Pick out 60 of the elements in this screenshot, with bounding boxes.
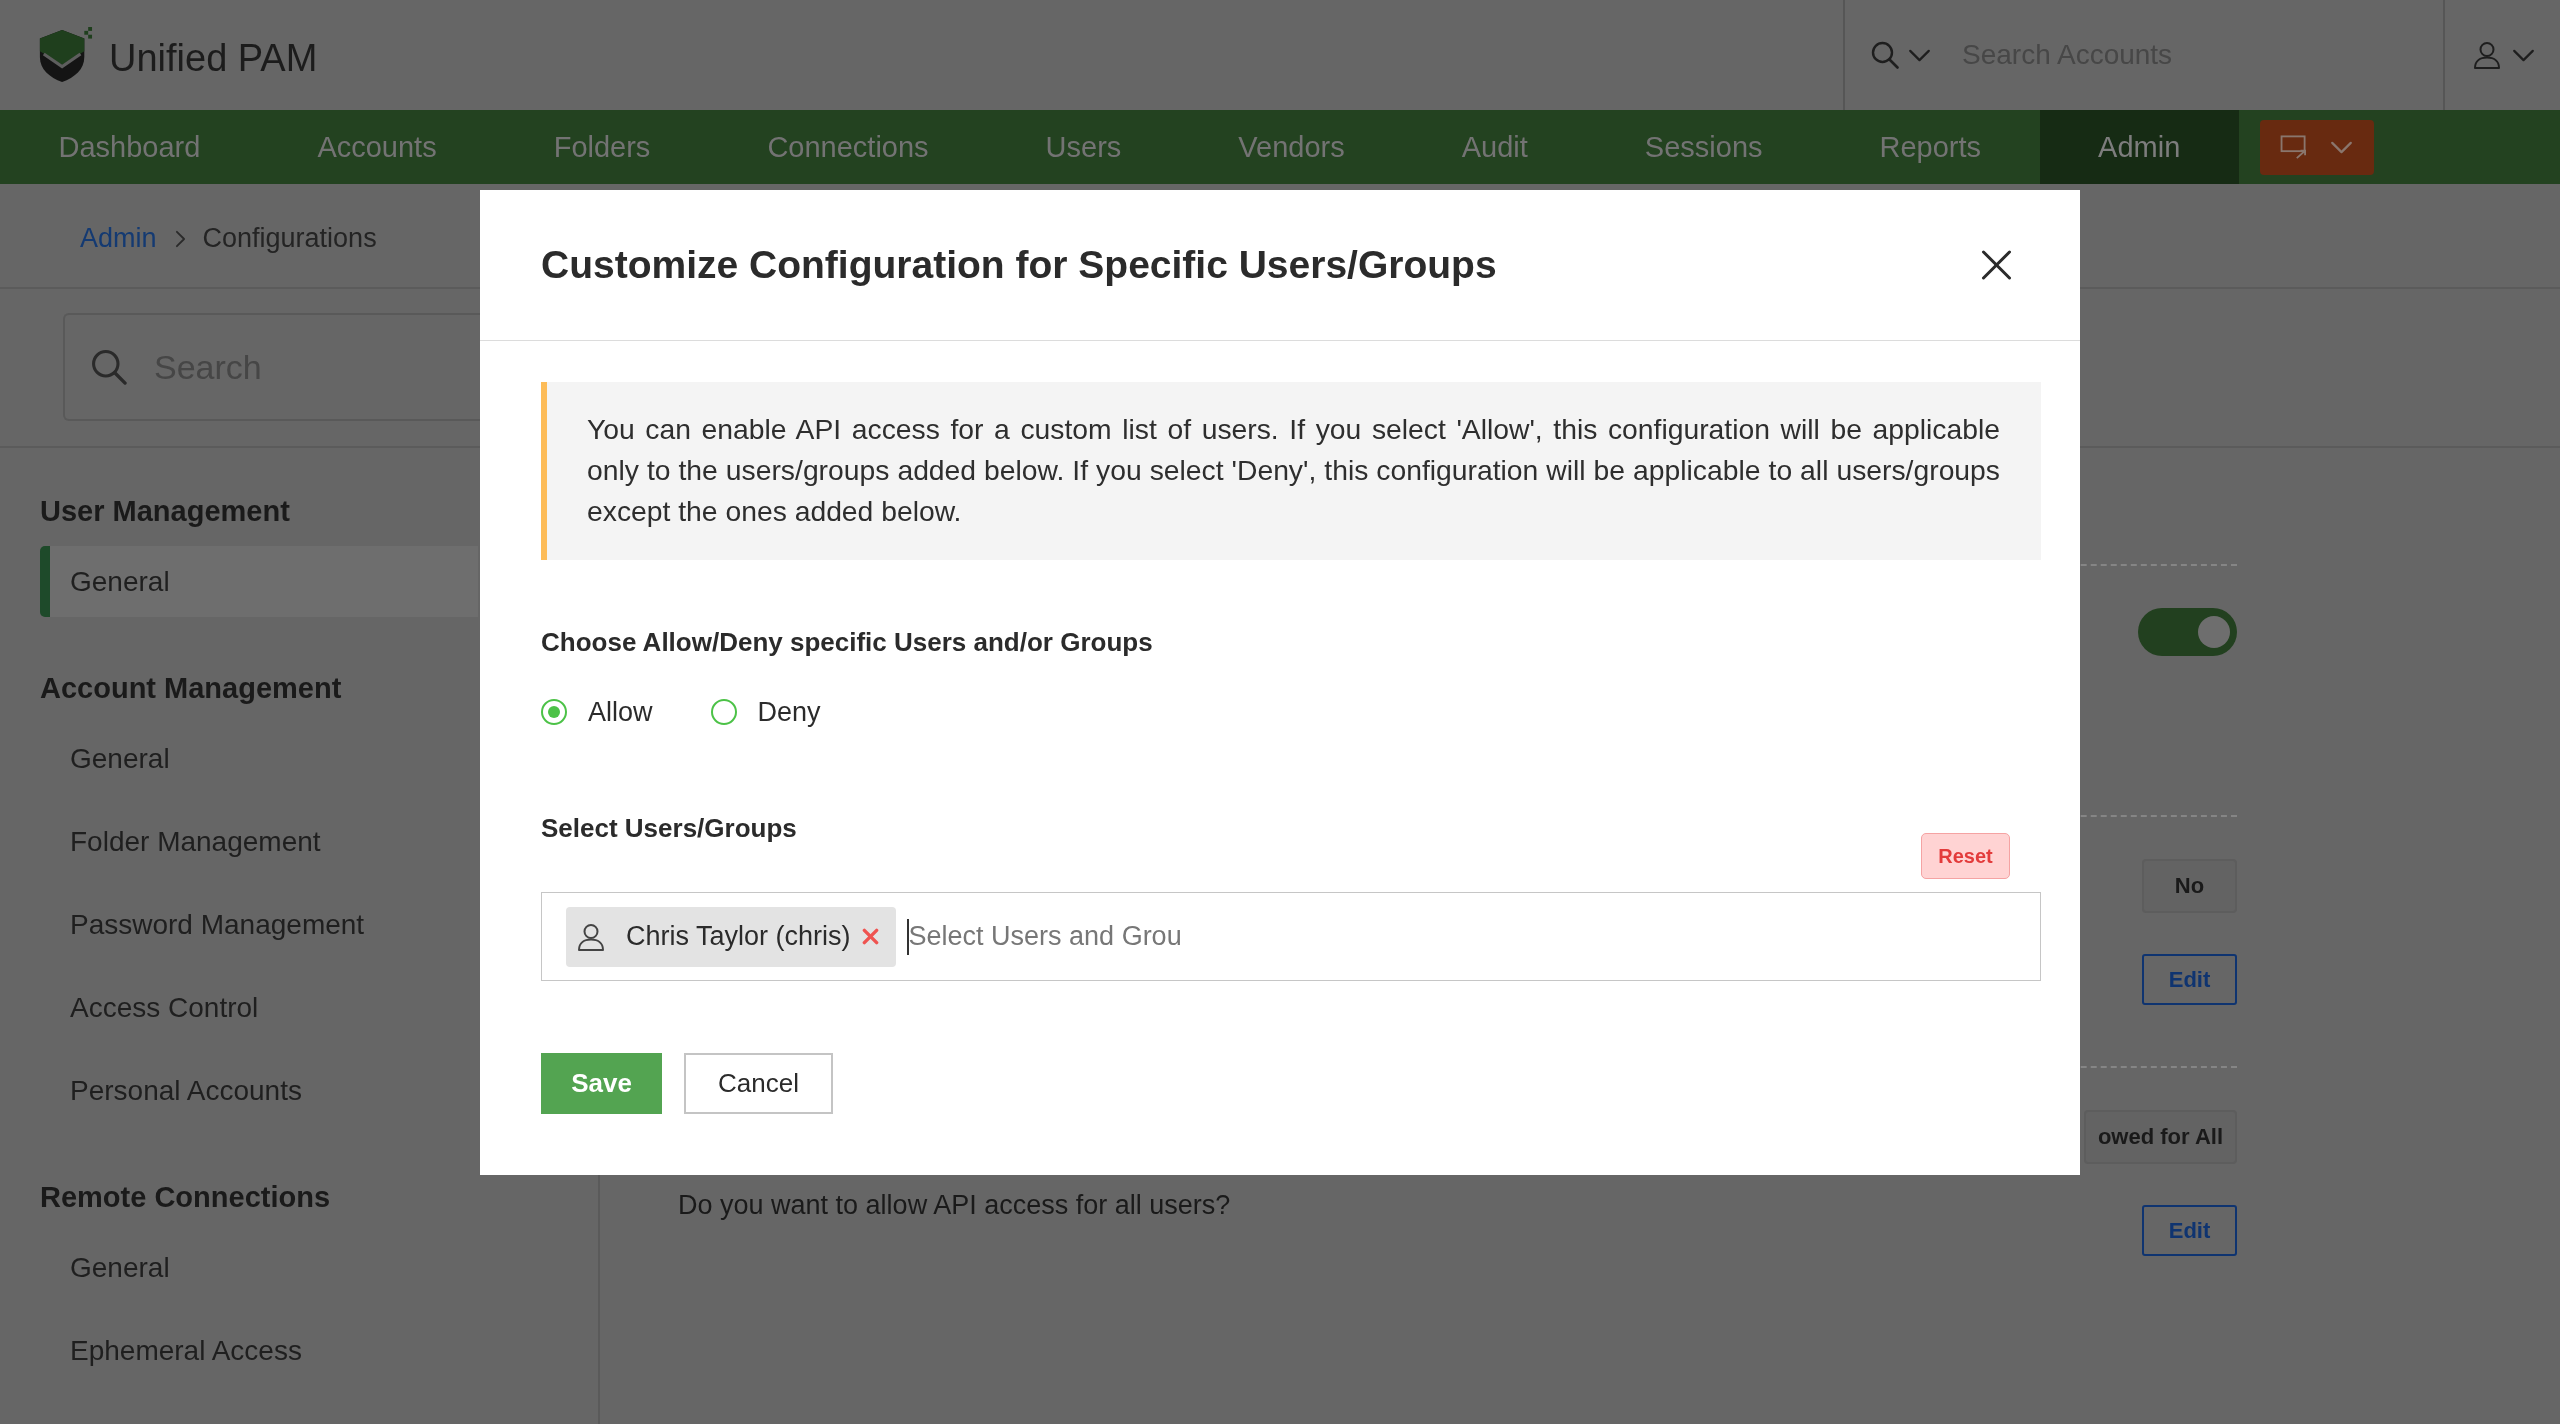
nav-tab[interactable]: Accounts (258, 110, 496, 184)
user-icon (2473, 41, 2501, 69)
chevron-right-icon (174, 229, 186, 248)
chevron-down-icon (1908, 48, 1931, 62)
field-label: Choose Allow/Deny specific Users and/or Groups (541, 626, 1154, 659)
nav-tab[interactable]: Vendors (1179, 110, 1404, 184)
user-search-input[interactable]: Select Users and Grou (906, 918, 1209, 955)
dialog-title: Customize Configuration for Specific Users/Groups (541, 243, 1497, 287)
radio-label[interactable]: Allow (588, 696, 653, 728)
save-button[interactable]: Save (541, 1053, 662, 1114)
remove-icon[interactable] (861, 928, 879, 945)
nav-tab[interactable]: Audit (1403, 110, 1587, 184)
product-name: Unified PAM (109, 36, 318, 80)
nav-tab[interactable]: Dashboard (0, 110, 259, 184)
monitor-icon (2280, 135, 2309, 159)
nav-tab[interactable]: Sessions (1586, 110, 1822, 184)
radio-label[interactable]: Deny (757, 696, 821, 728)
edit-button[interactable]: Edit (2142, 954, 2237, 1005)
edit-button[interactable]: Edit (2142, 1205, 2237, 1256)
value-display: owed for All (2083, 1110, 2237, 1164)
sidebar-item[interactable]: Access Control (40, 972, 478, 1043)
nav-tab[interactable]: Admin (2039, 110, 2239, 184)
breadcrumb-link[interactable]: Admin (80, 223, 157, 254)
field-label: Select Users/Groups (541, 812, 797, 845)
sidebar-item[interactable]: General (40, 1232, 478, 1303)
cancel-button[interactable]: Cancel (684, 1053, 833, 1114)
shield-logo-icon (37, 26, 93, 84)
chevron-down-icon (2330, 140, 2354, 154)
breadcrumb-current: Configurations (202, 223, 377, 254)
radio-button[interactable] (541, 699, 567, 725)
reset-button[interactable]: Reset (1921, 833, 2010, 879)
setting-question: Do you want to allow API access for all users? (678, 1189, 1231, 1222)
sidebar-item[interactable]: General (40, 723, 478, 794)
toggle-switch[interactable] (2138, 608, 2237, 656)
close-button[interactable] (1980, 250, 2013, 280)
user-picker-field[interactable]: Chris Taylor (chris) Select Users and Grou (541, 892, 2041, 981)
nav-tab[interactable]: Connections (708, 110, 988, 184)
person-icon (577, 922, 605, 951)
sidebar-item[interactable]: Ephemeral Access (40, 1315, 478, 1386)
nav-tab[interactable]: Reports (1821, 110, 2040, 184)
search-icon (1871, 41, 1899, 69)
sidebar-item[interactable]: General (40, 546, 478, 617)
monitor-menu-button[interactable] (2259, 119, 2374, 175)
value-display: No (2142, 859, 2237, 913)
search-scope-button[interactable] (1871, 41, 1931, 69)
sidebar-item[interactable]: Password Management (40, 889, 478, 960)
sidebar-heading: User Management (40, 494, 290, 529)
nav-tab[interactable]: Users (987, 110, 1180, 184)
search-icon (91, 349, 127, 385)
user-menu-button[interactable] (2473, 41, 2535, 69)
sidebar-heading: Account Management (40, 671, 342, 706)
info-notice: You can enable API access for a custom list of users. If you select 'Allow', this configuration will be applicable only to the users/groups added below. If you select 'Deny', this configuration will be applicable to all users/groups except the ones added below. (541, 382, 2041, 560)
radio-button[interactable] (710, 699, 737, 725)
chip-label: Chris Taylor (chris) (626, 921, 851, 952)
nav-tab[interactable]: Folders (495, 110, 709, 184)
sidebar-item[interactable]: Folder Management (40, 806, 478, 877)
chevron-down-icon (2512, 48, 2535, 62)
close-icon (1980, 250, 2013, 280)
sidebar-heading: Remote Connections (40, 1180, 331, 1215)
sidebar-item[interactable]: Personal Accounts (40, 1055, 478, 1126)
